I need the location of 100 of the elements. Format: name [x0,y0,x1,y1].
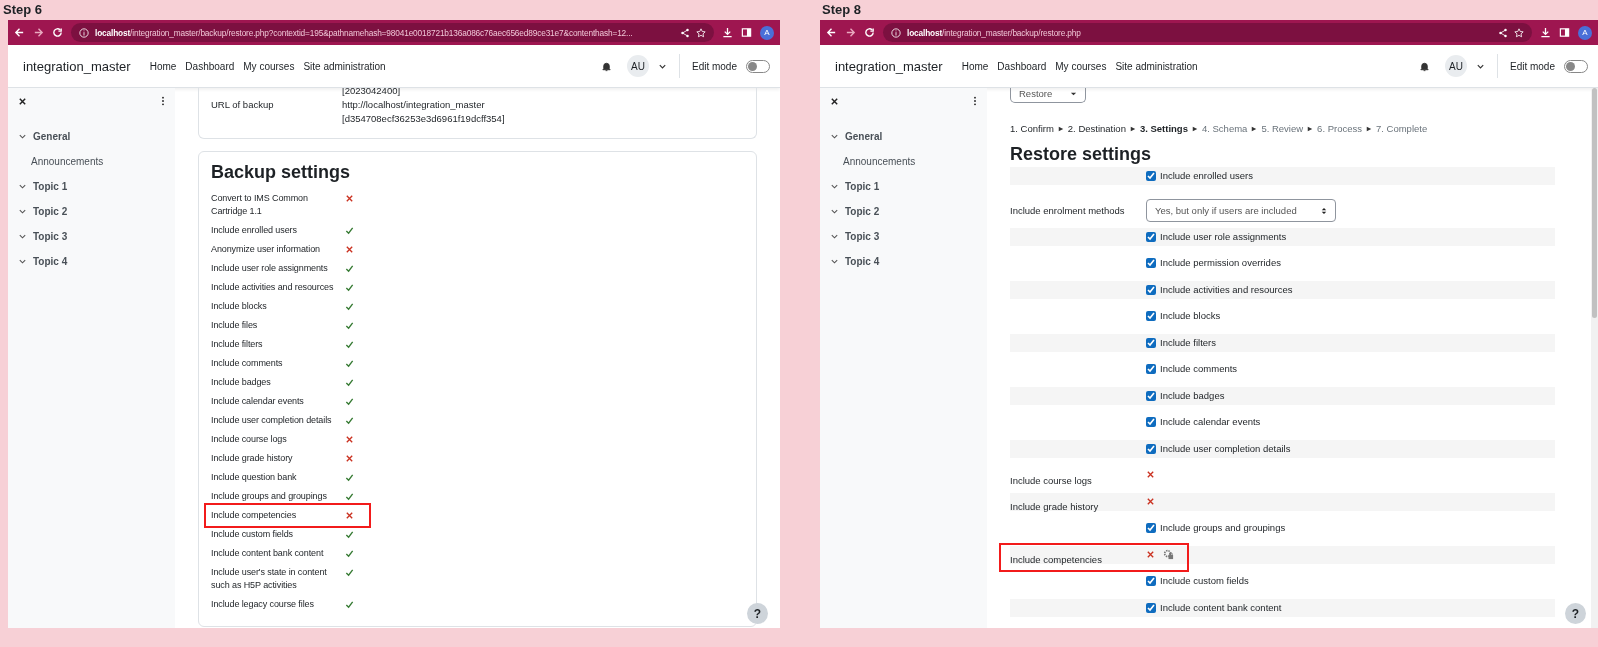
forward-icon[interactable] [33,27,44,38]
progress-step: 3. Settings [1139,123,1188,134]
nav-link[interactable]: Dashboard [185,60,235,72]
setting-checkbox[interactable] [1146,171,1156,181]
section-link[interactable]: Topic 3 [33,231,68,242]
share-icon[interactable] [1498,27,1508,38]
side-panel-icon[interactable] [1559,27,1570,38]
progress-step: 7. Complete [1376,123,1428,134]
close-icon[interactable] [18,96,27,106]
chevron-down-icon[interactable] [830,257,839,266]
triangle-separator-icon [1366,125,1372,132]
section-link[interactable]: Topic 1 [845,181,880,192]
section-link[interactable]: Topic 2 [845,206,880,217]
nav-link[interactable]: Home [961,60,989,72]
chevron-down-icon[interactable] [830,207,839,216]
help-button[interactable]: ? [747,603,768,624]
close-icon[interactable] [830,96,839,106]
progress-step: 2. Destination [1067,123,1126,134]
nav-link[interactable]: Site administration [303,60,386,72]
nav-link[interactable]: Home [149,60,177,72]
section-heading: Backup settings [211,162,352,183]
user-avatar[interactable]: AU [1444,55,1467,77]
setting-checkbox[interactable] [1146,417,1156,427]
profile-avatar[interactable]: A [1578,25,1592,40]
setting-label: Include legacy course files [211,598,315,611]
checkbox-label: Include groups and groupings [1160,522,1286,533]
back-icon[interactable] [826,27,837,38]
setting-checkbox[interactable] [1146,523,1156,533]
setting-checkbox[interactable] [1146,364,1156,374]
chevron-down-icon[interactable] [18,132,27,141]
help-button[interactable]: ? [1565,603,1586,624]
download-icon[interactable] [722,27,733,38]
triangle-separator-icon [1251,125,1258,132]
user-avatar[interactable]: AU [626,55,649,77]
cross-icon [1146,496,1155,506]
side-panel-icon[interactable] [741,27,752,38]
setting-label: Anonymize user information [211,243,321,256]
section-link[interactable]: Topic 2 [33,206,68,217]
setting-label: Include content bank content [211,547,325,560]
nav-link[interactable]: My courses [243,60,295,72]
progress-step: 5. Review [1261,123,1304,134]
mode-select[interactable]: Restore [1010,88,1087,103]
setting-checkbox[interactable] [1146,231,1156,242]
section-link[interactable]: General [845,131,883,142]
setting-label: Include badges [211,376,272,389]
setting-checkbox[interactable] [1146,576,1156,586]
nav-link[interactable]: Dashboard [997,60,1047,72]
section-link[interactable]: Topic 4 [33,256,68,267]
section-link[interactable]: General [33,131,71,142]
setting-checkbox[interactable] [1146,390,1156,401]
setting-checkbox[interactable] [1146,258,1156,268]
chevron-down-icon[interactable] [830,182,839,191]
nav-link[interactable]: Site administration [1115,60,1198,72]
checkbox-label: Include content bank content [1160,601,1282,613]
chevron-down-icon[interactable] [18,207,27,216]
setting-checkbox[interactable] [1146,311,1156,321]
triangle-separator-icon [1057,125,1064,132]
edit-mode-toggle[interactable] [1564,59,1588,73]
sort-arrows-icon [1320,206,1327,215]
forward-icon[interactable] [845,27,856,38]
enrolment-select[interactable]: Yes, but only if users are included [1146,199,1336,222]
site-name[interactable]: integration_master [23,58,131,74]
star-icon[interactable] [1514,27,1524,38]
notification-bell-icon[interactable] [1418,60,1430,72]
checkbox-label: Include badges [1160,389,1225,401]
setting-label: Include question bank [211,471,298,484]
reload-icon[interactable] [52,27,63,38]
chevron-down-icon[interactable] [18,182,27,191]
section-link[interactable]: Topic 1 [33,181,68,192]
checkbox-label: Include user role assignments [1160,230,1287,242]
setting-checkbox[interactable] [1146,602,1156,613]
chevron-down-icon[interactable] [830,132,839,141]
site-name[interactable]: integration_master [835,58,943,74]
download-icon[interactable] [1540,27,1551,38]
chevron-down-icon[interactable] [18,257,27,266]
edit-mode-toggle[interactable] [746,59,770,73]
profile-avatar[interactable]: A [760,25,774,40]
triangle-separator-icon [1307,125,1314,132]
section-link[interactable]: Topic 4 [845,256,880,267]
back-icon[interactable] [14,27,25,38]
activity-link[interactable]: Announcements [843,156,916,167]
more-options-icon[interactable] [161,96,165,106]
more-options-icon[interactable] [973,96,977,106]
share-icon[interactable] [680,27,690,38]
setting-checkbox[interactable] [1146,337,1156,348]
activity-link[interactable]: Announcements [31,156,104,167]
reload-icon[interactable] [864,27,875,38]
chevron-down-icon[interactable] [18,232,27,241]
section-link[interactable]: Topic 3 [845,231,880,242]
setting-checkbox[interactable] [1146,443,1156,454]
address-bar[interactable]: localhost/integration_master/backup/restore.php?contextid=195&pathnamehash=98041e0018721b136a086c76aec656ed89ce31e7&contenthash=12... [71,23,714,42]
progress-step: 1. Confirm [1010,123,1054,134]
notification-bell-icon[interactable] [600,60,612,72]
chevron-down-icon[interactable] [830,232,839,241]
nav-link[interactable]: My courses [1055,60,1107,72]
setting-label: Include groups and groupings [211,490,328,503]
setting-checkbox[interactable] [1146,284,1156,295]
setting-label: Include calendar events [211,395,305,408]
address-bar[interactable]: localhost/integration_master/backup/restore.php [883,23,1532,42]
star-icon[interactable] [696,27,706,38]
